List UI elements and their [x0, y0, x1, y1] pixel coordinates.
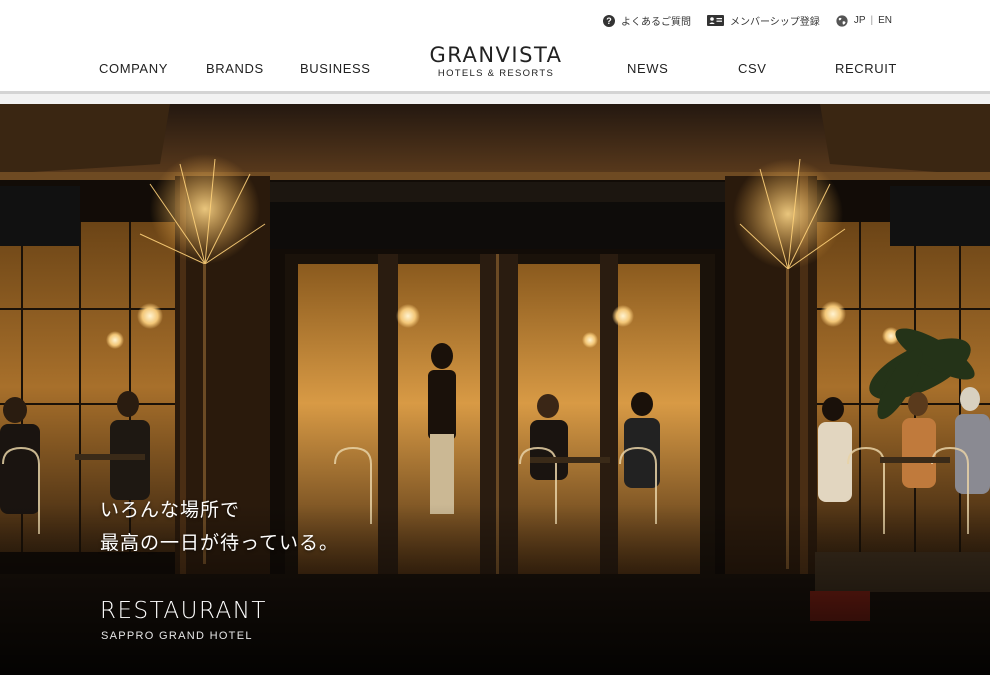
- lang-separator: |: [870, 15, 874, 26]
- membership-label: メンバーシップ登録: [730, 17, 820, 28]
- faq-label: よくあるご質問: [621, 17, 691, 28]
- header-gap: [0, 94, 990, 104]
- lang-jp-link[interactable]: JP: [854, 15, 866, 26]
- nav-news[interactable]: NEWS: [627, 61, 668, 76]
- nav-company[interactable]: COMPANY: [99, 61, 168, 76]
- hero-copy-line1: いろんな場所で: [100, 499, 241, 521]
- member-card-icon: [707, 15, 724, 26]
- globe-icon: [836, 14, 848, 27]
- language-switcher: JP | EN: [836, 14, 892, 27]
- nav-brands[interactable]: BRANDS: [206, 61, 264, 76]
- site-header: ? よくあるご質問 メンバーシップ登録 JP | EN GRANVISTA HO…: [0, 0, 990, 94]
- hero-subtitle: SAPPRO GRAND HOTEL: [101, 630, 253, 642]
- logo-tagline: HOTELS & RESORTS: [437, 68, 555, 79]
- faq-link[interactable]: ? よくあるご質問: [603, 13, 691, 28]
- site-logo[interactable]: GRANVISTA HOTELS & RESORTS: [420, 44, 572, 79]
- membership-link[interactable]: メンバーシップ登録: [707, 13, 820, 28]
- utility-bar: ? よくあるご質問 メンバーシップ登録 JP | EN: [587, 13, 892, 28]
- nav-csv[interactable]: CSV: [738, 61, 767, 76]
- nav-recruit[interactable]: RECRUIT: [835, 61, 897, 76]
- hero-section: いろんな場所で 最高の一日が待っている。 RESTAURANT SAPPRO G…: [0, 104, 990, 675]
- lang-en-link[interactable]: EN: [878, 15, 892, 26]
- hero-copy-line2: 最高の一日が待っている。: [100, 532, 340, 554]
- hero-title: RESTAURANT: [100, 598, 267, 624]
- hero-restaurant-image: [0, 104, 990, 675]
- logo-brand: GRANVISTA: [429, 43, 563, 67]
- svg-text:?: ?: [606, 16, 612, 26]
- question-circle-icon: ?: [603, 14, 615, 27]
- hero-copy: いろんな場所で 最高の一日が待っている。: [100, 494, 339, 560]
- nav-business[interactable]: BUSINESS: [300, 61, 371, 76]
